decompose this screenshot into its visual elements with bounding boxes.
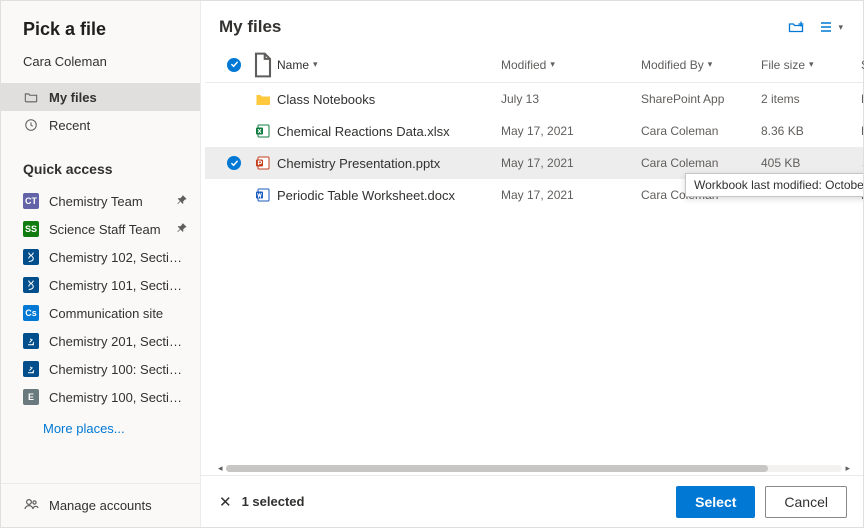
- team-badge-icon: [23, 249, 39, 265]
- file-modified: May 17, 2021: [501, 124, 641, 138]
- scroll-right-icon[interactable]: ▸: [842, 463, 853, 474]
- nav-my-files-label: My files: [49, 90, 97, 105]
- team-badge-icon: [23, 361, 39, 377]
- file-size: 405 KB: [761, 156, 861, 170]
- chevron-down-icon: ▾: [809, 59, 814, 70]
- file-modified-by: SharePoint App: [641, 92, 761, 106]
- table-row[interactable]: Periodic Table Worksheet.docxMay 17, 202…: [205, 179, 863, 211]
- folder-icon: [249, 91, 277, 107]
- manage-accounts[interactable]: Manage accounts: [1, 483, 200, 527]
- quick-access-label: Chemistry 102, Section 1: [49, 250, 188, 265]
- team-badge-icon: CT: [23, 193, 39, 209]
- team-badge-icon: [23, 333, 39, 349]
- file-table: Name▾ Modified▾ Modified By▾ File size▾ …: [201, 47, 863, 475]
- horizontal-scrollbar[interactable]: ◂ ▸: [205, 461, 863, 475]
- docx-icon: [249, 187, 277, 203]
- main-panel: My files ▾ Name▾: [201, 1, 863, 527]
- clock-icon: [23, 117, 39, 133]
- quick-access-label: Chemistry 201, Section 1: [49, 334, 188, 349]
- quick-access-list: CT Chemistry Team SS Science Staff Team Chem…: [1, 187, 200, 411]
- quick-access-item[interactable]: E Chemistry 100, Section 1: [1, 383, 200, 411]
- name-column-header[interactable]: Name▾: [277, 58, 501, 72]
- check-circle-icon: [227, 58, 241, 72]
- view-options-button[interactable]: ▾: [818, 19, 843, 35]
- file-name[interactable]: Periodic Table Worksheet.docx: [277, 188, 501, 203]
- selection-count: 1 selected: [242, 494, 305, 509]
- xlsx-icon: [249, 123, 277, 139]
- quick-access-label: Chemistry 101, Section 2: [49, 278, 188, 293]
- main-header: My files ▾: [201, 1, 863, 47]
- chevron-down-icon: ▾: [838, 22, 843, 33]
- file-sharing: Private: [861, 124, 863, 138]
- select-all-column[interactable]: [219, 58, 249, 72]
- nav-recent[interactable]: Recent: [1, 111, 200, 139]
- file-name[interactable]: Chemistry Presentation.pptx: [277, 156, 501, 171]
- nav-my-files[interactable]: My files: [1, 83, 200, 111]
- chevron-down-icon: ▾: [313, 59, 318, 70]
- modified-by-column-header[interactable]: Modified By▾: [641, 58, 761, 72]
- file-name[interactable]: Chemical Reactions Data.xlsx: [277, 124, 501, 139]
- nav-recent-label: Recent: [49, 118, 90, 133]
- sidebar: Pick a file Cara Coleman My files Recent…: [1, 1, 201, 527]
- chevron-down-icon: ▾: [708, 59, 713, 70]
- pptx-icon: [249, 155, 277, 171]
- file-modified: May 17, 2021: [501, 156, 641, 170]
- scroll-left-icon[interactable]: ◂: [215, 463, 226, 474]
- people-icon: [23, 496, 49, 515]
- current-user[interactable]: Cara Coleman: [1, 50, 200, 83]
- check-circle-icon: [227, 156, 241, 170]
- quick-access-item[interactable]: Chemistry 201, Section 1: [1, 327, 200, 355]
- clear-selection-button[interactable]: ✕: [219, 493, 232, 511]
- team-badge-icon: E: [23, 389, 39, 405]
- quick-access-label: Communication site: [49, 306, 188, 321]
- table-row[interactable]: Class NotebooksJuly 13SharePoint App2 it…: [205, 83, 863, 115]
- quick-access-item[interactable]: Chemistry 102, Section 1: [1, 243, 200, 271]
- quick-access-label: Chemistry Team: [49, 194, 172, 209]
- team-badge-icon: [23, 277, 39, 293]
- team-badge-icon: Cs: [23, 305, 39, 321]
- quick-access-label: Chemistry 100: Section 1: [49, 362, 188, 377]
- file-modified-by: Cara Coleman: [641, 124, 761, 138]
- manage-accounts-label: Manage accounts: [49, 498, 152, 513]
- modified-column-header[interactable]: Modified▾: [501, 58, 641, 72]
- file-size: 8.36 KB: [761, 124, 861, 138]
- cancel-button[interactable]: Cancel: [765, 486, 847, 518]
- filetype-column-header[interactable]: [249, 51, 277, 79]
- select-button[interactable]: Select: [676, 486, 755, 518]
- new-folder-button[interactable]: [788, 19, 804, 35]
- quick-access-header: Quick access: [1, 139, 200, 187]
- quick-access-label: Science Staff Team: [49, 222, 172, 237]
- folder-open-icon: [23, 89, 39, 105]
- file-modified-by: Cara Coleman: [641, 156, 761, 170]
- file-modified: May 17, 2021: [501, 188, 641, 202]
- file-sharing: Shared: [861, 156, 863, 170]
- row-select[interactable]: [219, 156, 249, 170]
- quick-access-item[interactable]: Chemistry 100: Section 1: [1, 355, 200, 383]
- picker-title: Pick a file: [1, 1, 200, 50]
- page-title: My files: [219, 17, 774, 37]
- pin-icon[interactable]: [176, 222, 188, 237]
- chevron-down-icon: ▾: [550, 59, 555, 70]
- footer: ✕ 1 selected Select Cancel: [201, 475, 863, 527]
- file-sharing: Private: [861, 92, 863, 106]
- file-name[interactable]: Class Notebooks: [277, 92, 501, 107]
- table-body: Class NotebooksJuly 13SharePoint App2 it…: [205, 83, 863, 461]
- file-modified: July 13: [501, 92, 641, 106]
- file-size: 2 items: [761, 92, 861, 106]
- size-column-header[interactable]: File size▾: [761, 58, 861, 72]
- pin-icon[interactable]: [176, 194, 188, 209]
- team-badge-icon: SS: [23, 221, 39, 237]
- table-row[interactable]: Chemical Reactions Data.xlsxMay 17, 2021…: [205, 115, 863, 147]
- table-header: Name▾ Modified▾ Modified By▾ File size▾ …: [205, 47, 863, 83]
- sidebar-nav: My files Recent: [1, 83, 200, 139]
- selection-info: ✕ 1 selected: [219, 493, 304, 511]
- quick-access-item[interactable]: Chemistry 101, Section 2: [1, 271, 200, 299]
- quick-access-item[interactable]: SS Science Staff Team: [1, 215, 200, 243]
- more-places-link[interactable]: More places...: [1, 411, 200, 446]
- quick-access-label: Chemistry 100, Section 1: [49, 390, 188, 405]
- tooltip: Workbook last modified: October 11: [685, 173, 863, 197]
- quick-access-item[interactable]: CT Chemistry Team: [1, 187, 200, 215]
- quick-access-item[interactable]: Cs Communication site: [1, 299, 200, 327]
